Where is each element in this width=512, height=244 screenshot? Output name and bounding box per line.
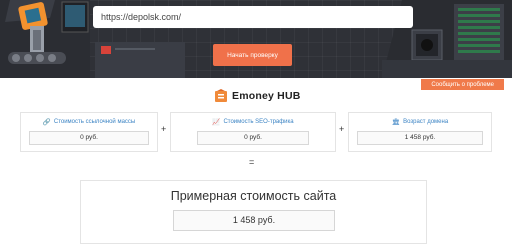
card-title: Стоимость ссылочной массы [53,119,136,125]
emoney-logo-icon [215,89,227,102]
brand-name: Emoney HUB [232,90,301,102]
estimated-cost-card: Примерная стоимость сайта 1 458 руб. [80,180,427,244]
estimated-cost-value: 1 458 руб. [173,210,335,231]
bank-icon: 🏛 [391,119,401,126]
link-icon: 🔗 [42,119,51,126]
brand-logo[interactable]: Emoney HUB [214,87,301,105]
link-mass-cost-value: 0 руб. [29,131,149,145]
chart-icon: 📈 [212,119,221,126]
desk-illustration [95,42,185,78]
seo-traffic-cost-value: 0 руб. [197,131,309,145]
url-input[interactable] [93,6,413,28]
robot-illustration [0,0,90,78]
plus-operator: + [339,124,345,134]
plus-operator: + [161,124,167,134]
domain-age-card: 🏛 Возраст домена 1 458 руб. [348,112,492,152]
hero-banner: Начать проверку [0,0,512,78]
card-title: Возраст домена [403,119,449,125]
start-check-button[interactable]: Начать проверку [213,44,292,66]
equals-operator: = [249,157,255,167]
card-title: Стоимость SEO-трафика [223,119,294,125]
estimated-cost-title: Примерная стоимость сайта [170,189,337,203]
seo-traffic-cost-card: 📈 Стоимость SEO-трафика 0 руб. [170,112,336,152]
domain-age-value: 1 458 руб. [357,131,483,145]
link-mass-cost-card: 🔗 Стоимость ссылочной массы 0 руб. [20,112,158,152]
report-problem-button[interactable]: Сообщить о проблеме [421,79,504,90]
